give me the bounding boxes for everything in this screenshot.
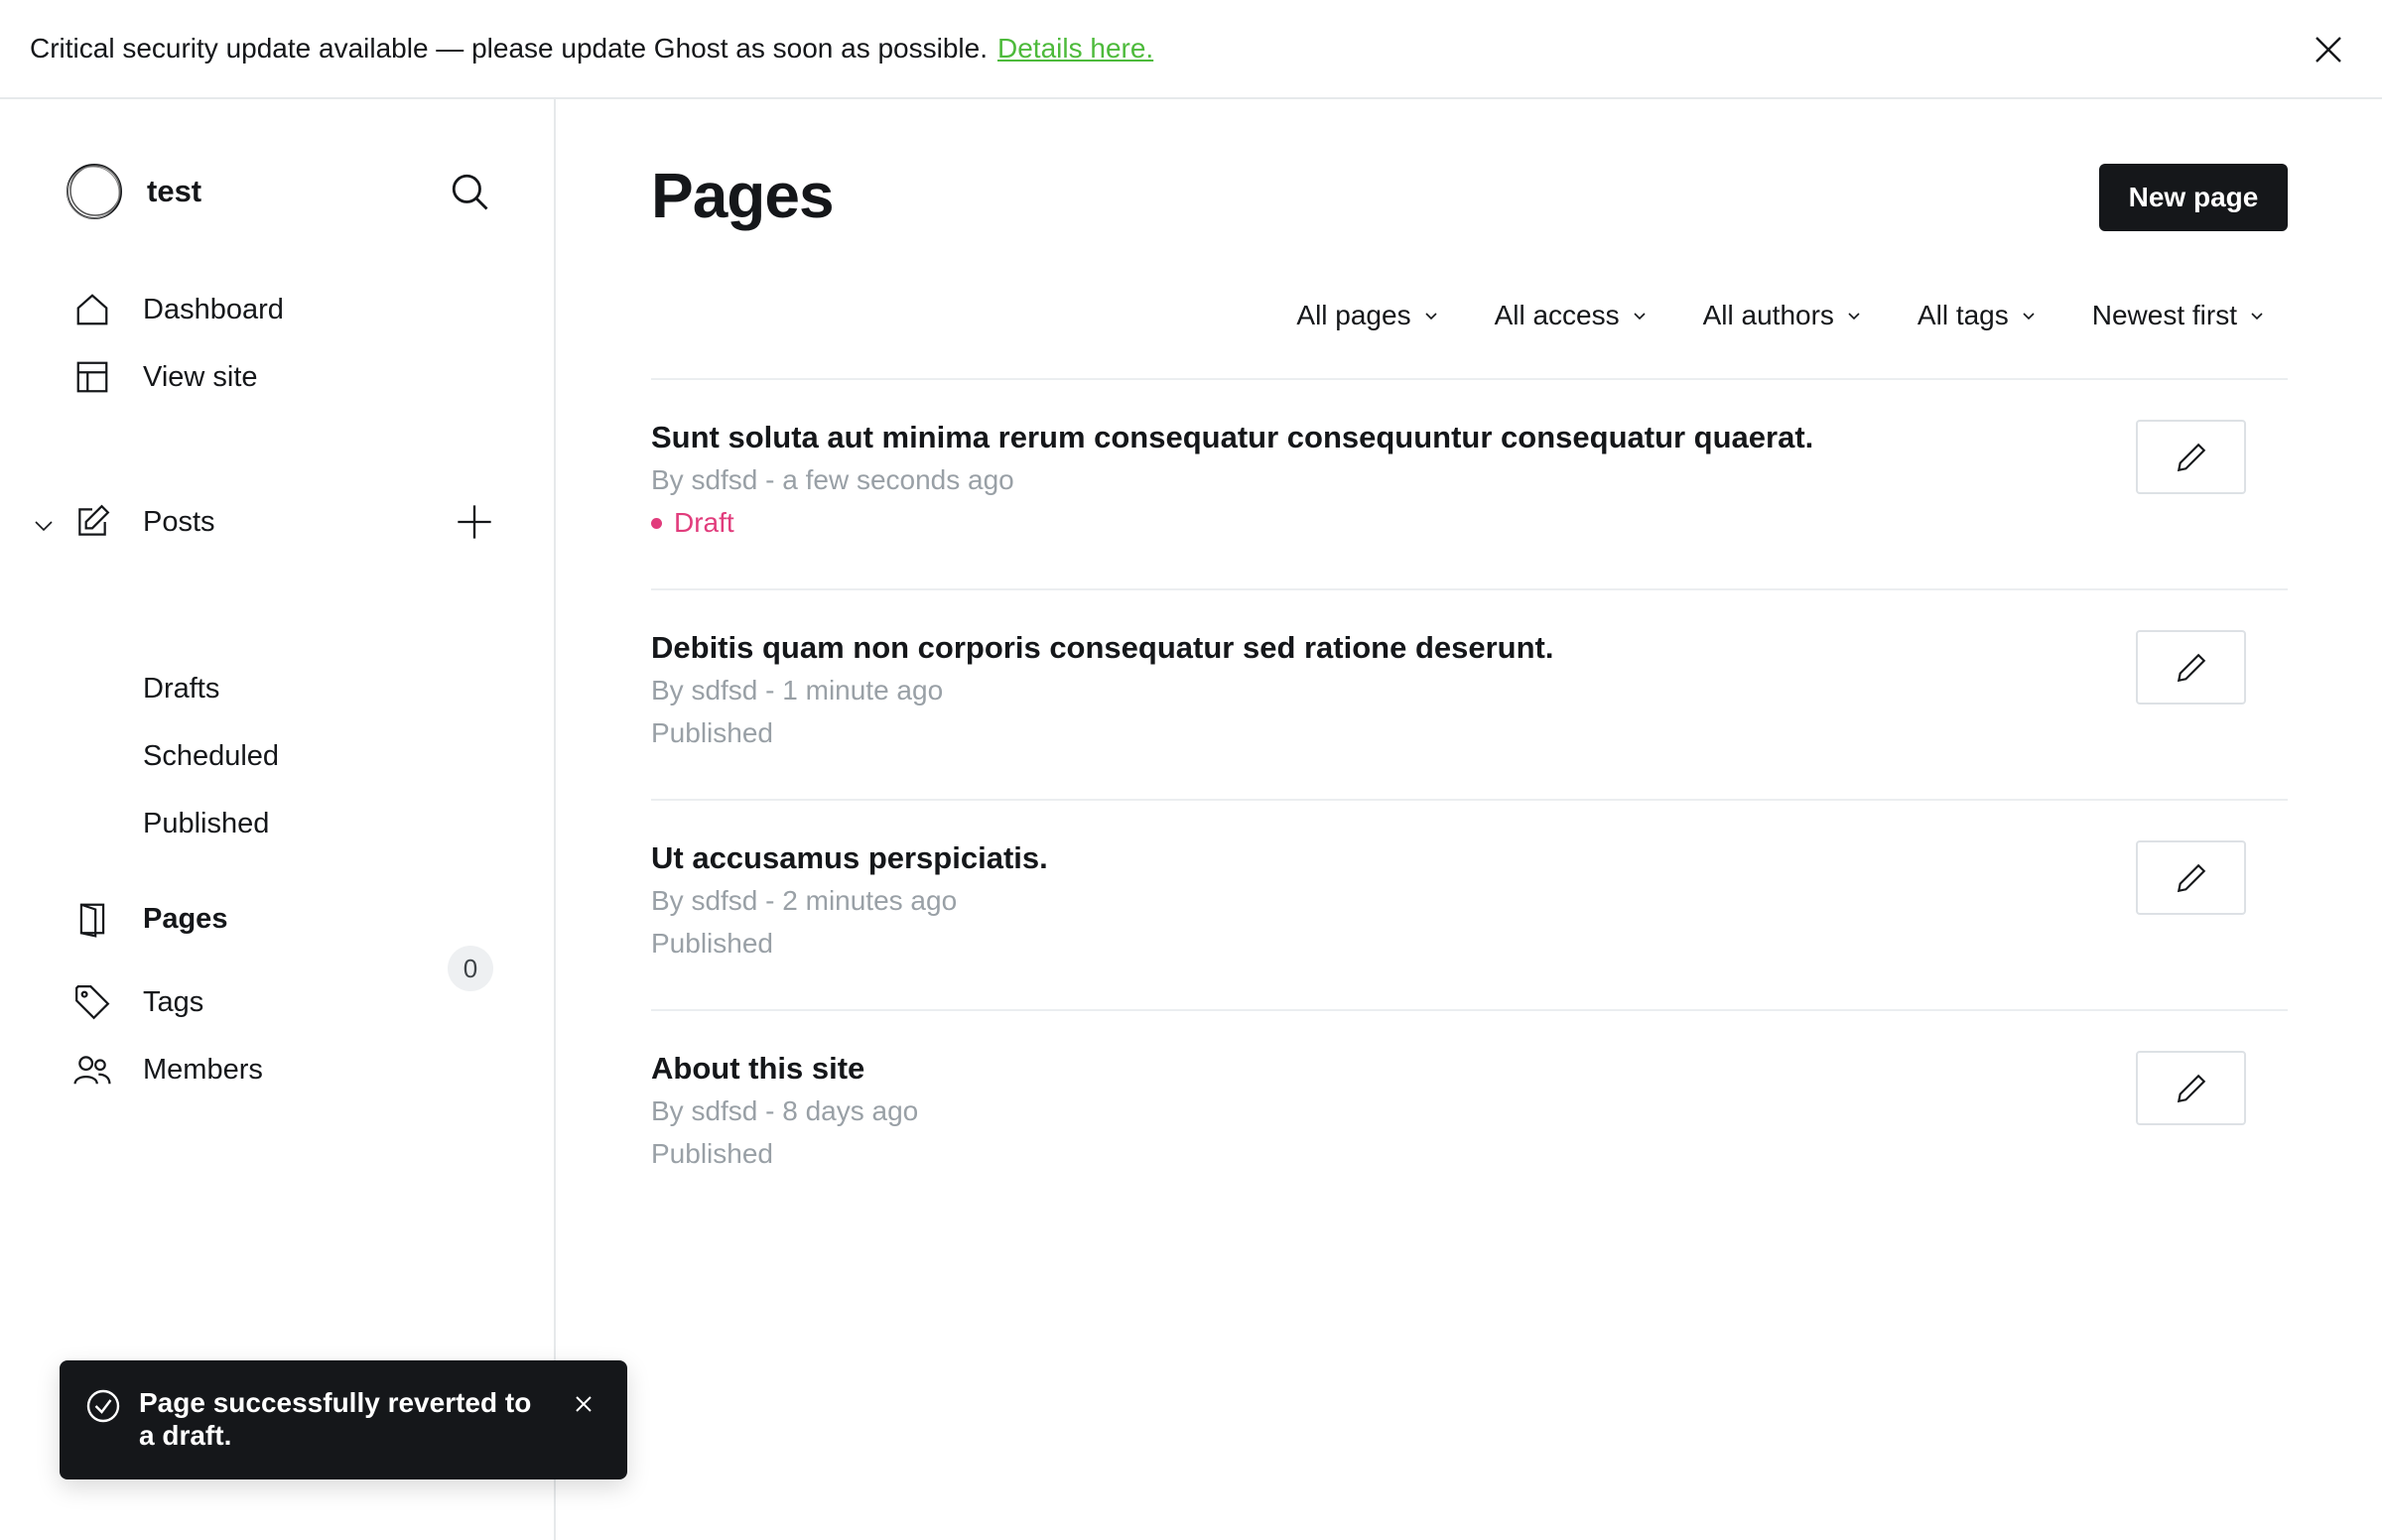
- close-icon[interactable]: [572, 1392, 596, 1416]
- home-icon: [76, 294, 108, 325]
- sidebar: test Dashboard View site Posts Drafts Sc…: [0, 99, 556, 1540]
- status-badge: Draft: [651, 507, 734, 539]
- filter-label: Newest first: [2091, 300, 2237, 330]
- page-list-item[interactable]: Sunt soluta aut minima rerum consequatur…: [651, 380, 2288, 590]
- pencil-icon: [2177, 443, 2205, 471]
- status-label: Draft: [674, 507, 734, 538]
- edit-button[interactable]: [2136, 840, 2246, 915]
- page-meta: By sdfsd - 1 minute ago: [651, 675, 944, 706]
- status-label: Published: [651, 717, 773, 748]
- filter-label: All authors: [1702, 300, 1834, 330]
- filter-authors[interactable]: All authors: [1703, 300, 1862, 331]
- draft-dot-icon: [651, 517, 662, 529]
- page-meta: By sdfsd - 2 minutes ago: [651, 885, 958, 916]
- sidebar-item-published[interactable]: Published: [143, 808, 269, 840]
- status-label: Published: [651, 1138, 773, 1169]
- edit-icon: [78, 504, 110, 536]
- chevron-down-icon: [1848, 313, 1860, 321]
- filter-tags[interactable]: All tags: [1918, 300, 2037, 331]
- check-circle-icon: [86, 1389, 120, 1423]
- toast-message: Page successfully reverted to a draft.: [139, 1387, 532, 1451]
- chevron-down-icon: [2251, 313, 2263, 321]
- status-label: Published: [651, 928, 773, 959]
- site-brand[interactable]: test: [64, 161, 201, 222]
- site-logo-icon: [66, 164, 122, 219]
- page-list-item[interactable]: Ut accusamus perspiciatis. By sdfsd - 2 …: [651, 801, 2288, 1011]
- page-icon: [79, 903, 105, 938]
- filter-access[interactable]: All access: [1495, 300, 1648, 331]
- sidebar-item-members[interactable]: Members: [73, 1048, 263, 1091]
- close-icon[interactable]: [2311, 32, 2346, 67]
- page-meta: By sdfsd - 8 days ago: [651, 1095, 919, 1126]
- page-title-text[interactable]: Debitis quam non corporis consequatur se…: [651, 630, 1554, 666]
- filter-bar: All pages All access All authors All tag…: [1296, 300, 2265, 331]
- page-list-item[interactable]: Debitis quam non corporis consequatur se…: [651, 590, 2288, 801]
- page-title-text[interactable]: About this site: [651, 1051, 864, 1087]
- plus-icon[interactable]: [455, 502, 494, 542]
- members-count-badge: 0: [448, 946, 493, 991]
- chevron-down-icon: [2023, 313, 2035, 321]
- page-title-text[interactable]: Sunt soluta aut minima rerum consequatur…: [651, 420, 1813, 455]
- filter-pages[interactable]: All pages: [1296, 300, 1438, 331]
- filter-label: All pages: [1296, 300, 1411, 330]
- filter-sort[interactable]: Newest first: [2092, 300, 2265, 331]
- sidebar-item-label: Members: [143, 1053, 263, 1086]
- banner-message: Critical security update available — ple…: [30, 33, 988, 64]
- layout-icon: [76, 361, 108, 393]
- site-name: test: [147, 174, 202, 208]
- pencil-icon: [2177, 863, 2205, 892]
- tag-icon: [75, 985, 110, 1020]
- sidebar-item-label: Tags: [143, 985, 204, 1018]
- sidebar-item-dashboard[interactable]: Dashboard: [73, 288, 284, 331]
- page-title: Pages: [651, 160, 835, 231]
- page-list-item[interactable]: About this site By sdfsd - 8 days ago Pu…: [651, 1011, 2288, 1221]
- sidebar-item-posts[interactable]: Posts: [73, 500, 215, 544]
- sidebar-item-label: Dashboard: [143, 293, 284, 325]
- pencil-icon: [2177, 1074, 2205, 1102]
- sidebar-item-tags[interactable]: Tags: [73, 980, 203, 1024]
- page-meta: By sdfsd - a few seconds ago: [651, 464, 1014, 495]
- pencil-icon: [2177, 653, 2205, 682]
- search-icon[interactable]: [449, 171, 490, 212]
- sidebar-item-label: Pages: [143, 902, 228, 935]
- banner-details-link[interactable]: Details here.: [997, 33, 1153, 64]
- sidebar-item-view-site[interactable]: View site: [73, 355, 258, 399]
- sidebar-item-label: Posts: [143, 505, 215, 538]
- notification-toast: Page successfully reverted to a draft.: [60, 1360, 627, 1479]
- sidebar-item-label: View site: [143, 360, 258, 393]
- sidebar-item-drafts[interactable]: Drafts: [143, 673, 219, 706]
- filter-label: All tags: [1917, 300, 2009, 330]
- filter-label: All access: [1494, 300, 1620, 330]
- members-icon: [73, 1056, 111, 1085]
- edit-button[interactable]: [2136, 630, 2246, 705]
- sidebar-item-scheduled[interactable]: Scheduled: [143, 740, 279, 773]
- chevron-down-icon[interactable]: [32, 514, 56, 538]
- sidebar-item-pages[interactable]: Pages: [73, 897, 227, 941]
- edit-button[interactable]: [2136, 1051, 2246, 1125]
- new-page-button[interactable]: New page: [2099, 164, 2288, 231]
- chevron-down-icon: [1634, 313, 1646, 321]
- page-title-text[interactable]: Ut accusamus perspiciatis.: [651, 840, 1048, 876]
- chevron-down-icon: [1425, 313, 1437, 321]
- security-banner: Critical security update available — ple…: [0, 0, 2382, 99]
- edit-button[interactable]: [2136, 420, 2246, 494]
